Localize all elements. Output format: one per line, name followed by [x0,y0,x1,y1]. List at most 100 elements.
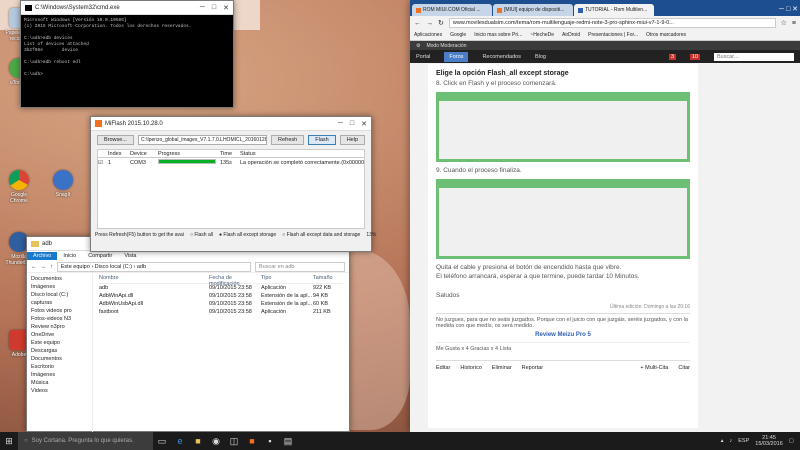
column-size[interactable]: Tamaño [313,275,343,283]
file-row[interactable]: fastboot 09/10/2015 23:58 Aplicación 211 KB [99,308,343,316]
delete-button[interactable]: Eliminar [492,365,512,371]
nav-item[interactable]: Disco local (C:) [31,291,88,299]
bookmark-item[interactable]: ~HecheDe [530,32,554,38]
nav-item[interactable]: Imágenes [31,283,88,291]
reload-icon[interactable]: ↻ [438,19,444,27]
explorer-breadcrumb[interactable]: Este equipo › Disco local (C:) › adb [56,261,251,272]
ribbon-tab-compartir[interactable]: Compartir [82,252,118,260]
refresh-button[interactable]: Refresh [270,135,305,145]
file-row[interactable]: adb 09/10/2015 23:58 Aplicación 922 KB [99,284,343,292]
miflash-window[interactable]: MiFlash 2015.10.28.0 ─ □ ✕ Browse... C:\Ip… [90,116,376,252]
alerts-badge[interactable]: 10 [689,53,700,60]
back-arrow-icon[interactable]: ← [31,264,37,270]
option-flash-all-except-storage[interactable]: ● Flash all except storage [219,232,276,238]
menu-icon[interactable]: ≡ [792,20,796,27]
column-date[interactable]: Fecha de modificación [209,275,261,287]
column-name[interactable]: Nombre [99,275,209,283]
clock[interactable]: 21:45 15/03/2016 [755,435,783,447]
cortana-search[interactable]: ○ Soy Cortana. Pregunta lo que quieras. [18,432,153,450]
task-view-icon[interactable]: ▭ [153,432,171,450]
nav-item[interactable]: Documentos [31,355,88,363]
explorer-taskbar-icon[interactable]: ■ [189,432,207,450]
url-field[interactable]: www.movilesdualsim.com/tema/rom-multilen… [448,18,776,28]
nav-item[interactable]: OneDrive [31,331,88,339]
nav-item[interactable]: Documentos [31,275,88,283]
language-indicator[interactable]: ESP [738,438,749,444]
store-icon[interactable]: ◫ [225,432,243,450]
ribbon-tab-inicio[interactable]: Inicio [57,252,82,260]
chrome-window[interactable]: ROM MIUI.COM Oficial ... [MIUI] equipo d… [410,0,800,432]
cmd-console[interactable]: Microsoft Windows [Versión 10.0.10586] (c… [21,15,233,107]
cmd-titlebar[interactable]: C:\Windows\System32\cmd.exe ─ □ ✕ [21,1,233,15]
bookmark-item[interactable]: AirDroid [562,32,580,38]
window-controls[interactable]: ─ □ ✕ [779,5,798,16]
nav-item[interactable]: Review n3pro [31,323,88,331]
minimize-icon[interactable]: ─ [338,120,343,128]
nav-portal[interactable]: Portal [416,54,430,60]
app-taskbar-icon[interactable]: ▤ [279,432,297,450]
desktop-icon-snagit[interactable]: SnagIt [48,170,78,198]
start-button[interactable]: ⊞ [0,432,18,450]
edit-button[interactable]: Editar [436,365,450,371]
bookmark-item[interactable]: Inicio mas sobre Pri... [474,32,522,38]
nav-item[interactable]: Este equipo [31,339,88,347]
nav-item[interactable]: Imágenes [31,371,88,379]
maximize-icon[interactable]: □ [212,4,216,12]
explorer-search-input[interactable]: Buscar en adb [255,261,345,272]
nav-item[interactable]: Música [31,379,88,387]
image-path-field[interactable]: C:\Ipenzo_global_images_V7.1.7.0.LHOMICL… [137,135,267,145]
nav-item[interactable]: Descargas [31,347,88,355]
chrome-taskbar-icon[interactable]: ◉ [207,432,225,450]
bookmark-item[interactable]: Otros marcadores [646,32,686,38]
close-icon[interactable]: ✕ [361,120,367,128]
miflash-titlebar[interactable]: MiFlash 2015.10.28.0 ─ □ ✕ [91,117,371,131]
cmd-taskbar-icon[interactable]: ▪ [261,432,279,450]
report-button[interactable]: Reportar [522,365,543,371]
site-search-input[interactable]: Buscar... [714,52,794,61]
column-type[interactable]: Tipo [261,275,313,283]
nav-item[interactable]: Fotos-videos N3 [31,315,88,323]
chrome-tab-active[interactable]: TUTORIAL - Rom Multilen... [574,4,654,16]
file-row[interactable]: AdbWinApi.dll 09/10/2015 23:58 Extensión d… [99,292,343,300]
back-arrow-icon[interactable]: ← [414,20,421,27]
browse-button[interactable]: Browse... [97,135,134,145]
desktop-icon-chrome[interactable]: Google Chrome [4,170,34,204]
forward-arrow-icon[interactable]: → [41,264,47,270]
close-icon[interactable]: ✕ [223,4,229,12]
cmd-window[interactable]: C:\Windows\System32\cmd.exe ─ □ ✕ Microsof… [20,0,234,108]
option-flash-all[interactable]: ○ Flash all [190,232,213,238]
nav-item[interactable]: Videos [31,387,88,395]
nav-recomendados[interactable]: Recomendados [482,54,521,60]
maximize-icon[interactable]: □ [350,120,354,128]
notification-badge[interactable]: 3 [668,53,676,60]
notifications-icon[interactable]: ▢ [789,438,794,444]
nav-item[interactable]: capturas [31,299,88,307]
chrome-tab[interactable]: [MIUI] equipo de dispositi... [493,4,573,16]
chrome-tab[interactable]: ROM MIUI.COM Oficial ... [412,4,492,16]
network-icon[interactable]: ▴ [721,438,724,444]
history-button[interactable]: Historico [460,365,481,371]
ribbon-tab-archivo[interactable]: Archivo [27,252,58,260]
explorer-window[interactable]: adb Archivo Inicio Compartir Vista ← → ↑… [26,236,350,432]
help-button[interactable]: Help [339,135,365,145]
nav-item[interactable]: Fotos videos pro [31,307,88,315]
bookmark-item[interactable]: Aplicaciones [414,32,442,38]
option-flash-all-except-data-storage[interactable]: ○ Flash all except data and storage [282,232,360,238]
gear-icon[interactable]: ⚙ [416,43,420,49]
device-row[interactable]: ☑ 1 COM3 135s La operación se completó c… [97,158,365,167]
nav-blog[interactable]: Blog [535,54,546,60]
row-checkbox-icon[interactable]: ☑ [98,160,108,166]
star-icon[interactable]: ☆ [781,19,787,27]
screenshot-finished[interactable] [436,179,690,259]
edge-icon[interactable]: e [171,432,189,450]
nav-foros[interactable]: Foros [444,51,469,62]
miflash-taskbar-icon[interactable]: ■ [243,432,261,450]
nav-item[interactable]: Escritorio [31,363,88,371]
review-link[interactable]: Review Meizu Pro 5 [436,332,690,338]
bookmark-item[interactable]: Google [450,32,466,38]
ribbon-tab-vista[interactable]: Vista [118,252,142,260]
bookmark-item[interactable]: Presentaciones | For... [588,32,638,38]
forward-arrow-icon[interactable]: → [426,20,433,27]
file-row[interactable]: AdbWinUsbApi.dll 09/10/2015 23:58 Extensió… [99,300,343,308]
multi-quote-button[interactable]: + Multi-Cita [640,365,668,371]
